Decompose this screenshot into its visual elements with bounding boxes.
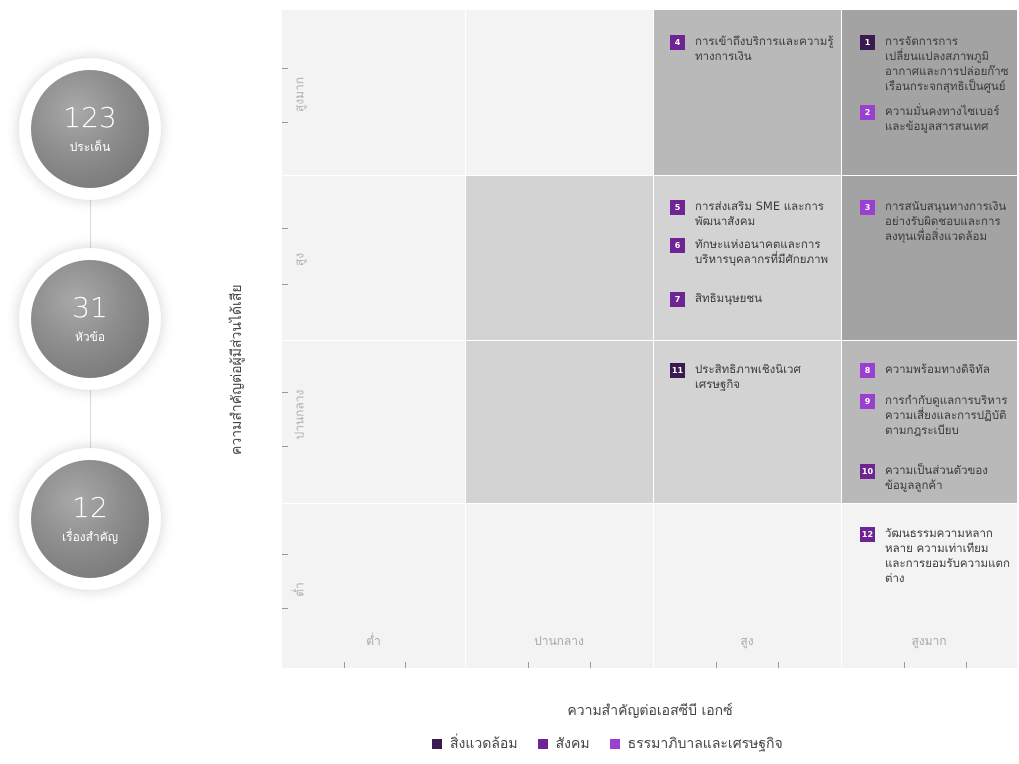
issue-text: สิทธิมนุษยชน xyxy=(695,291,763,305)
y-level-high: สูง xyxy=(292,252,307,267)
issue-11: 11 ประสิทธิภาพเชิงนิเวศเศรษฐกิจ xyxy=(670,362,830,392)
issue-badge: 8 xyxy=(860,363,875,378)
issue-7: 7 สิทธิมนุษยชน xyxy=(670,291,830,307)
x-axis-title: ความสำคัญต่อเอสซีบี เอกซ์ xyxy=(567,703,733,719)
funnel-connector-2 xyxy=(90,380,91,450)
issue-6: 6 ทักษะแห่งอนาคตและการบริหารบุคลากรที่มี… xyxy=(670,237,830,267)
funnel-circle-material: 12 เรื่องสำคัญ xyxy=(19,448,161,590)
funnel-number: 31 xyxy=(72,291,108,324)
issue-text: ทักษะแห่งอนาคตและการบริหารบุคลากรที่มีศั… xyxy=(695,237,829,266)
issue-badge: 3 xyxy=(860,200,875,215)
issue-badge: 4 xyxy=(670,35,685,50)
funnel-label: หัวข้อ xyxy=(74,330,106,344)
issue-text: การจัดการการเปลี่ยนแปลงสภาพภูมิอากาศและก… xyxy=(885,34,1009,93)
x-level-low: ต่ำ xyxy=(366,634,381,648)
issue-1: 1 การจัดการการเปลี่ยนแปลงสภาพภูมิอากาศแล… xyxy=(860,34,1010,94)
issue-4: 4 การเข้าถึงบริการและความรู้ทางการเงิน xyxy=(670,34,835,64)
issue-text: การเข้าถึงบริการและความรู้ทางการเงิน xyxy=(695,34,834,63)
issue-12: 12 วัฒนธรรมความหลากหลาย ความเท่าเทียม แล… xyxy=(860,526,1010,586)
issue-badge: 12 xyxy=(860,527,875,542)
y-level-very-high: สูงมาก xyxy=(292,76,307,113)
issue-badge: 2 xyxy=(860,105,875,120)
issue-9: 9 การกำกับดูแลการบริหารความเสี่ยงและการป… xyxy=(860,393,1010,438)
issue-text: การสนับสนุนทางการเงินอย่างรับผิดชอบและกา… xyxy=(885,199,1007,243)
issue-text: ความเป็นส่วนตัวของข้อมูลลูกค้า xyxy=(885,463,988,492)
issue-badge: 10 xyxy=(860,464,875,479)
issue-text: ความพร้อมทางดิจิทัล xyxy=(885,362,990,376)
legend-swatch xyxy=(537,739,548,749)
y-level-medium: ปานกลาง xyxy=(292,389,307,440)
issue-badge: 1 xyxy=(860,35,875,50)
issue-3: 3 การสนับสนุนทางการเงินอย่างรับผิดชอบและ… xyxy=(860,199,1010,244)
legend-label: ธรรมาภิบาลและเศรษฐกิจ xyxy=(627,736,783,752)
funnel-circle-topics: 31 หัวข้อ xyxy=(19,248,161,390)
x-level-high: สูง xyxy=(740,634,754,648)
issue-badge: 7 xyxy=(670,292,685,307)
issue-text: การกำกับดูแลการบริหารความเสี่ยงและการปฏิ… xyxy=(885,393,1008,437)
y-axis-title: ความสำคัญต่อผู้มีส่วนได้เสีย xyxy=(229,284,245,455)
issue-badge: 11 xyxy=(670,363,685,378)
issue-5: 5 การส่งเสริม SME และการพัฒนาสังคม xyxy=(670,199,830,229)
legend: สิ่งแวดล้อม สังคม ธรรมาภิบาลและเศรษฐกิจ xyxy=(432,733,803,755)
x-level-very-high: สูงมาก xyxy=(911,634,947,648)
issue-10: 10 ความเป็นส่วนตัวของข้อมูลลูกค้า xyxy=(860,463,1010,493)
issue-badge: 6 xyxy=(670,238,685,253)
issue-8: 8 ความพร้อมทางดิจิทัล xyxy=(860,362,1015,378)
legend-swatch xyxy=(432,739,442,749)
issue-text: ความมั่นคงทางไซเบอร์และข้อมูลสารสนเทศ xyxy=(885,104,1000,133)
legend-item-environment: สิ่งแวดล้อม xyxy=(432,733,518,755)
issue-badge: 9 xyxy=(860,394,875,409)
funnel-label: เรื่องสำคัญ xyxy=(62,530,118,544)
legend-item-governance: ธรรมาภิบาลและเศรษฐกิจ xyxy=(609,733,783,755)
issue-text: การส่งเสริม SME และการพัฒนาสังคม xyxy=(695,199,824,228)
legend-label: สิ่งแวดล้อม xyxy=(450,736,518,752)
x-level-medium: ปานกลาง xyxy=(534,634,584,648)
issue-badge: 5 xyxy=(670,200,685,215)
legend-swatch xyxy=(609,739,620,749)
funnel-label: ประเด็น xyxy=(69,140,111,154)
funnel-number: 123 xyxy=(63,101,117,134)
issue-2: 2 ความมั่นคงทางไซเบอร์และข้อมูลสารสนเทศ xyxy=(860,104,1010,134)
funnel-number: 12 xyxy=(72,491,108,524)
legend-label: สังคม xyxy=(555,736,590,752)
issue-text: ประสิทธิภาพเชิงนิเวศเศรษฐกิจ xyxy=(695,362,801,391)
issue-text: วัฒนธรรมความหลากหลาย ความเท่าเทียม และกา… xyxy=(885,526,1010,585)
y-level-low: ต่ำ xyxy=(292,582,307,597)
legend-item-social: สังคม xyxy=(537,733,590,755)
funnel-circle-issues: 123 ประเด็น xyxy=(19,58,161,200)
